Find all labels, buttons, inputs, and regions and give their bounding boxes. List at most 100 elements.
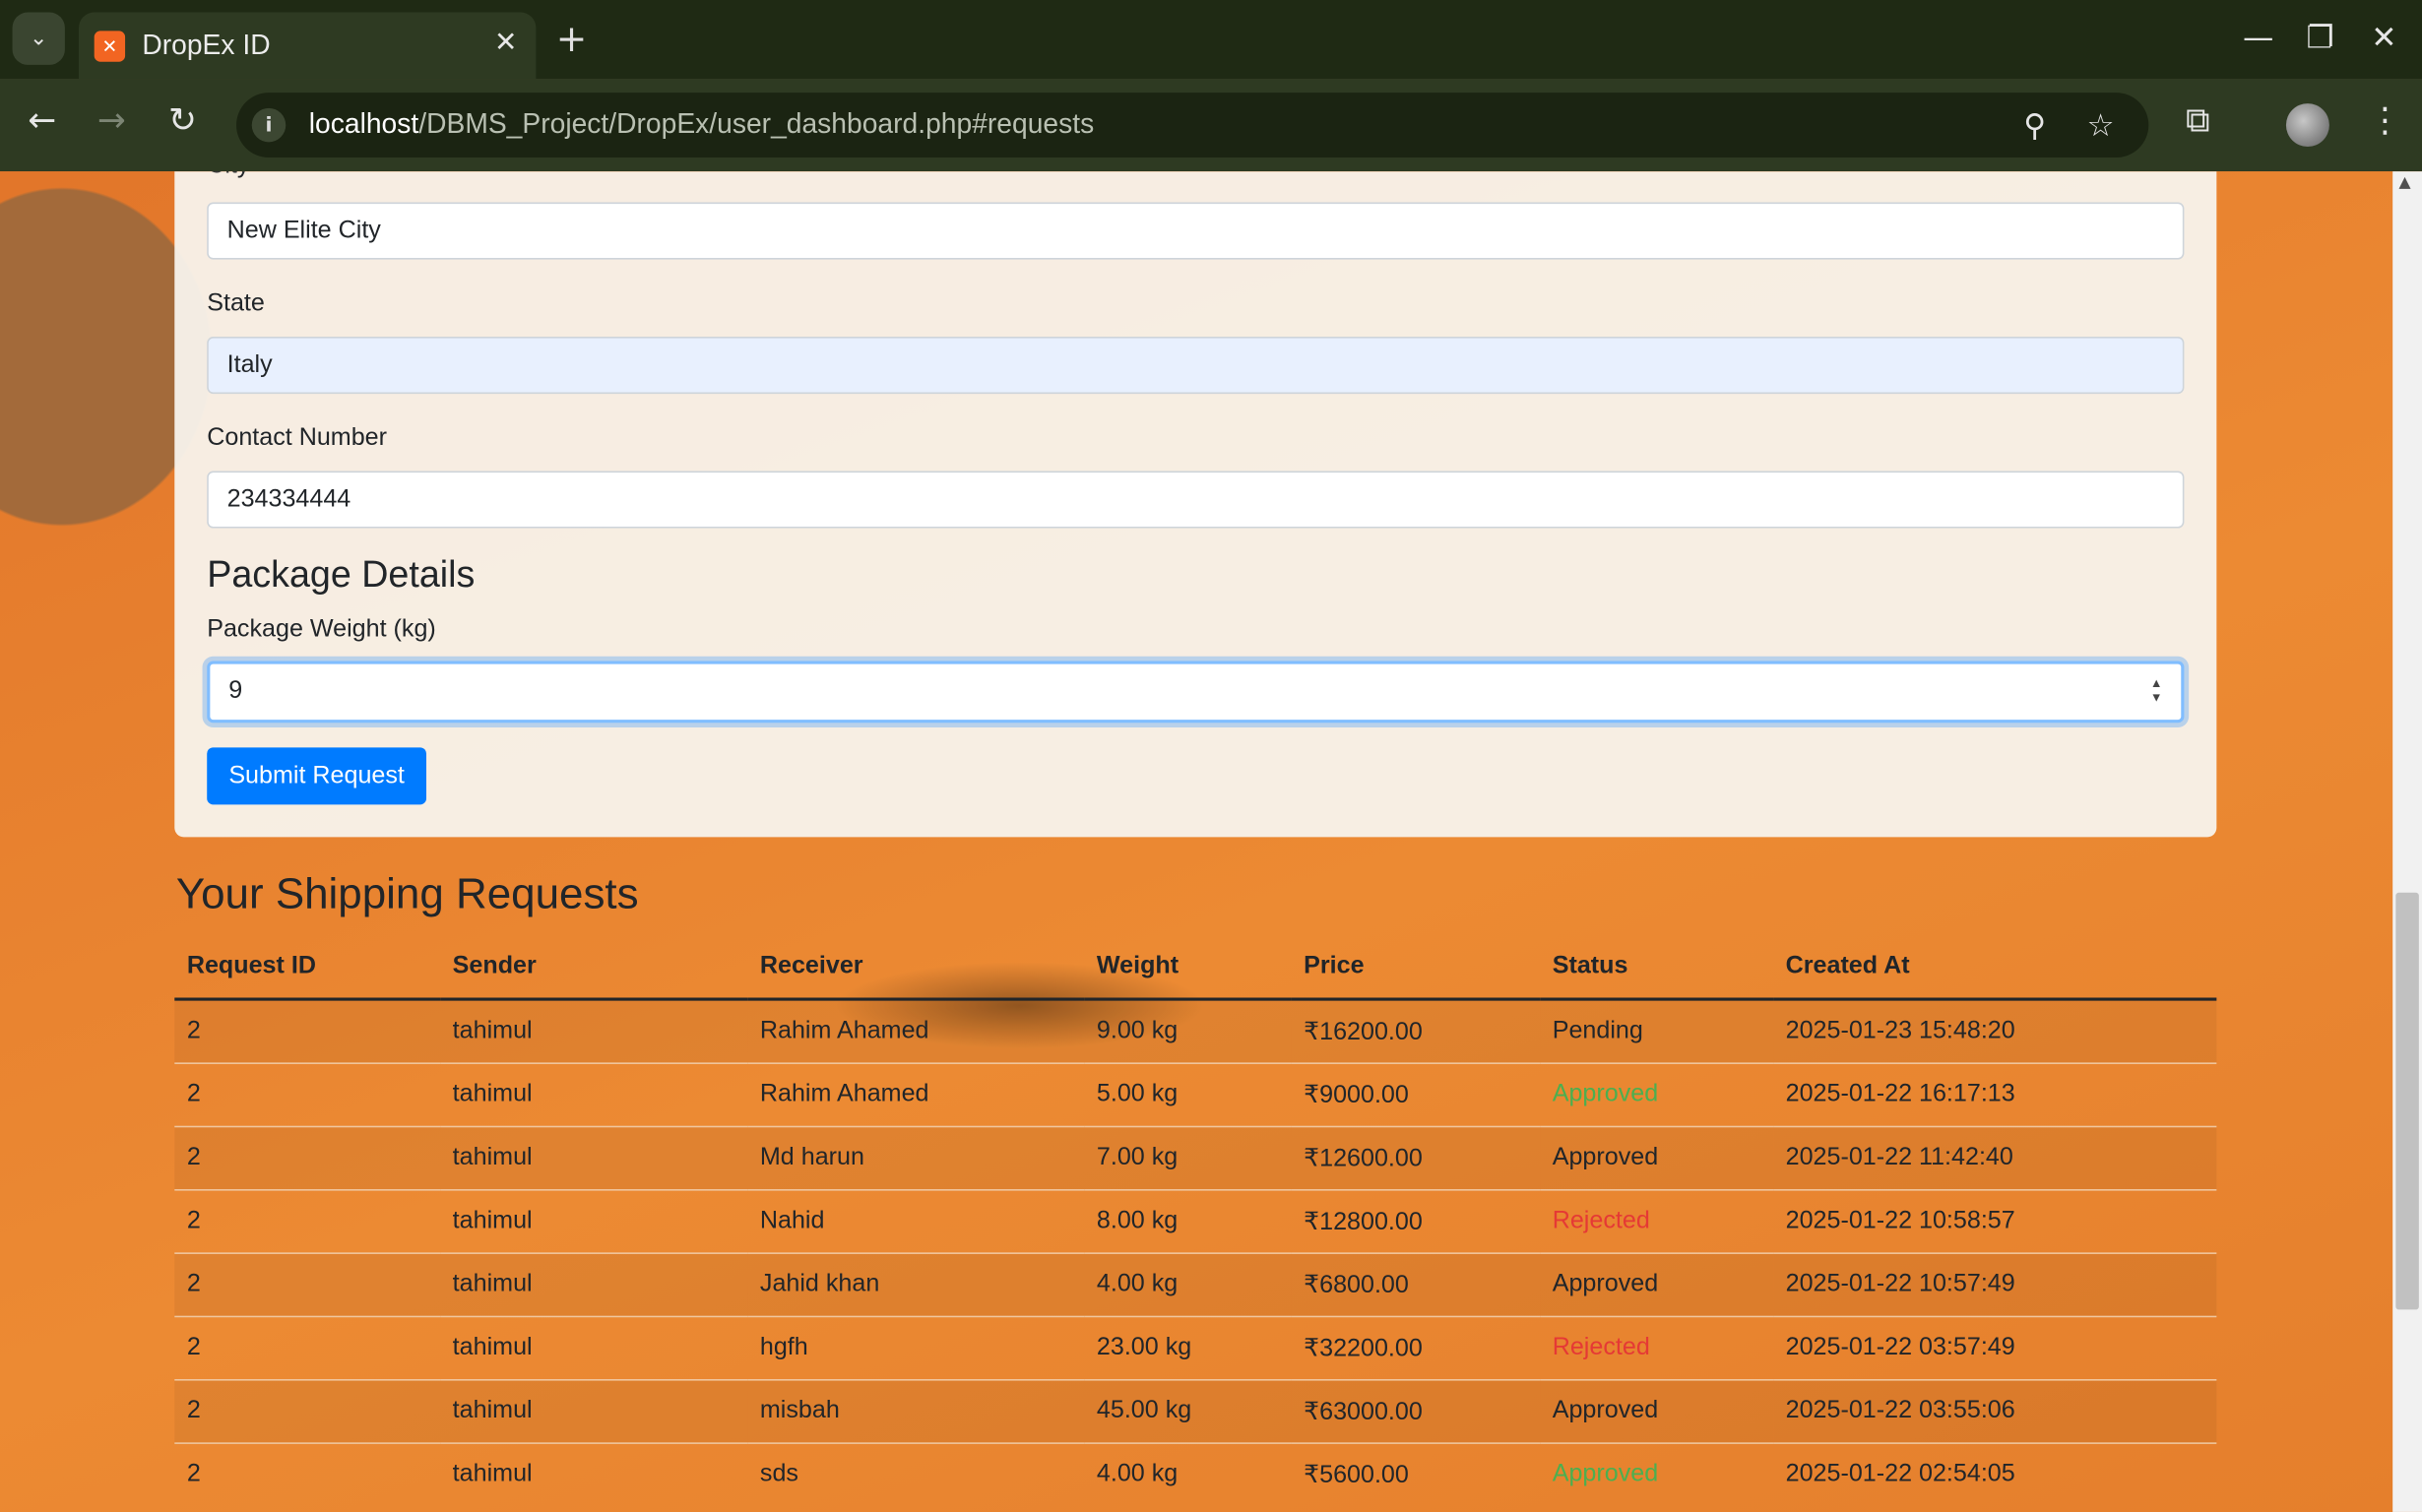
cell-status: Rejected [1540, 1189, 1774, 1254]
cell-weight: 7.00 kg [1084, 1125, 1292, 1190]
table-row: 2 tahimul Rahim Ahamed 5.00 kg ₹9000.00 Appro… [174, 1062, 2217, 1127]
cell-weight: 23.00 kg [1084, 1315, 1292, 1380]
browser-toolbar: ← → ↻ i localhost/DBMS_Project/DropEx/us… [0, 79, 2422, 172]
contact-number-input[interactable]: 234334444 [207, 471, 2185, 529]
scrollbar-thumb[interactable] [2395, 892, 2419, 1310]
cell-status: Approved [1540, 1062, 1774, 1127]
cell-status: Approved [1540, 1252, 1774, 1317]
back-icon[interactable]: ← [28, 102, 56, 141]
cell-receiver: misbah [747, 1379, 1085, 1444]
cell-weight: 9.00 kg [1084, 998, 1292, 1064]
table-row: 2 tahimul Md harun 7.00 kg ₹12600.00 Approved… [174, 1125, 2217, 1190]
cell-price: ₹6800.00 [1291, 1252, 1541, 1317]
package-weight-input[interactable]: 9 ▲ ▼ [207, 661, 2185, 724]
column-header-receiver: Receiver [747, 934, 1085, 1001]
submit-request-button[interactable]: Submit Request [207, 747, 427, 805]
url-text[interactable]: localhost/DBMS_Project/DropEx/user_dashb… [309, 108, 1094, 141]
package-details-heading: Package Details [207, 554, 476, 597]
cell-status: Approved [1540, 1442, 1774, 1506]
cell-status: Pending [1540, 998, 1774, 1064]
city-label: City [207, 171, 249, 180]
cell-price: ₹63000.00 [1291, 1379, 1541, 1444]
cell-sender: tahimul [440, 1189, 748, 1254]
table-header-row: Request ID Sender Receiver Weight Price … [174, 934, 2217, 1001]
menu-icon[interactable]: ⋮ [2368, 102, 2402, 141]
table-row: 2 tahimul sds 4.00 kg ₹5600.00 Approved 2025-0… [174, 1442, 2217, 1506]
cell-sender: tahimul [440, 1442, 748, 1506]
restore-icon[interactable]: ❐ [2306, 19, 2333, 56]
number-spinner-icon[interactable]: ▲ ▼ [2150, 676, 2162, 704]
site-info-icon[interactable]: i [251, 107, 287, 143]
cell-status: Approved [1540, 1379, 1774, 1444]
cell-receiver: Rahim Ahamed [747, 998, 1085, 1064]
table-row: 2 tahimul hgfh 23.00 kg ₹32200.00 Rejected 202… [174, 1315, 2217, 1380]
url-path: /DBMS_Project/DropEx/user_dashboard.php#… [418, 107, 1095, 140]
tab-title: DropEx ID [142, 29, 271, 61]
extensions-icon[interactable]: ⧉ [2186, 102, 2210, 141]
close-window-icon[interactable]: ✕ [2371, 19, 2396, 56]
shipping-requests-table: Request ID Sender Receiver Weight Price … [174, 934, 2217, 1506]
cell-created-at: 2025-01-22 10:58:57 [1773, 1189, 2217, 1254]
reload-icon[interactable]: ↻ [168, 102, 197, 141]
cell-request-id: 2 [174, 1125, 441, 1190]
minimize-icon[interactable]: — [2243, 19, 2273, 56]
cell-receiver: sds [747, 1442, 1085, 1506]
table-row: 2 tahimul Jahid khan 4.00 kg ₹6800.00 Approve… [174, 1252, 2217, 1317]
cell-created-at: 2025-01-22 16:17:13 [1773, 1062, 2217, 1127]
cell-request-id: 2 [174, 1442, 441, 1506]
table-row: 2 tahimul Rahim Ahamed 9.00 kg ₹16200.00 Pend… [174, 998, 2217, 1064]
package-weight-label: Package Weight (kg) [207, 615, 436, 643]
column-header-request-id: Request ID [174, 934, 441, 1001]
shipping-form-card: City New Elite City State Italy Contact … [174, 171, 2217, 838]
cell-receiver: Md harun [747, 1125, 1085, 1190]
cell-created-at: 2025-01-22 11:42:40 [1773, 1125, 2217, 1190]
cell-weight: 4.00 kg [1084, 1252, 1292, 1317]
forward-icon[interactable]: → [97, 102, 126, 141]
bookmark-star-icon[interactable]: ☆ [2087, 106, 2115, 144]
cell-sender: tahimul [440, 1252, 748, 1317]
cell-sender: tahimul [440, 1062, 748, 1127]
browser-tab[interactable]: ✕ DropEx ID ✕ [79, 12, 537, 80]
cell-request-id: 2 [174, 998, 441, 1064]
cell-receiver: Rahim Ahamed [747, 1062, 1085, 1127]
page-viewport: City New Elite City State Italy Contact … [0, 171, 2393, 1512]
cell-weight: 8.00 kg [1084, 1189, 1292, 1254]
cell-status: Approved [1540, 1125, 1774, 1190]
cell-created-at: 2025-01-22 03:57:49 [1773, 1315, 2217, 1380]
browser-tabstrip: ⌄ ✕ DropEx ID ✕ + — ❐ ✕ [0, 0, 2422, 80]
column-header-price: Price [1291, 934, 1541, 1001]
cell-price: ₹12600.00 [1291, 1125, 1541, 1190]
cell-weight: 5.00 kg [1084, 1062, 1292, 1127]
tab-search-button[interactable]: ⌄ [12, 12, 65, 65]
table-row: 2 tahimul misbah 45.00 kg ₹63000.00 Approved 2… [174, 1379, 2217, 1444]
cell-price: ₹16200.00 [1291, 998, 1541, 1064]
cell-price: ₹9000.00 [1291, 1062, 1541, 1127]
close-tab-icon[interactable]: ✕ [494, 27, 518, 59]
zoom-icon[interactable]: ⚲ [2023, 106, 2046, 144]
cell-price: ₹32200.00 [1291, 1315, 1541, 1380]
cell-request-id: 2 [174, 1062, 441, 1127]
scroll-up-arrow-icon[interactable]: ▲ [2398, 174, 2410, 191]
address-bar[interactable]: i localhost/DBMS_Project/DropEx/user_das… [236, 93, 2149, 158]
cell-request-id: 2 [174, 1252, 441, 1317]
column-header-created-at: Created At [1773, 934, 2217, 1001]
url-host: localhost [308, 107, 419, 140]
page-scrollbar[interactable] [2392, 171, 2422, 1512]
contact-number-label: Contact Number [207, 424, 388, 452]
package-weight-value: 9 [228, 677, 243, 705]
city-input[interactable]: New Elite City [207, 202, 2185, 260]
column-header-status: Status [1540, 934, 1774, 1001]
profile-avatar[interactable] [2285, 103, 2329, 148]
cell-receiver: Nahid [747, 1189, 1085, 1254]
cell-weight: 4.00 kg [1084, 1442, 1292, 1506]
cell-created-at: 2025-01-22 10:57:49 [1773, 1252, 2217, 1317]
table-row: 2 tahimul Nahid 8.00 kg ₹12800.00 Rejected 202… [174, 1189, 2217, 1254]
column-header-sender: Sender [440, 934, 748, 1001]
cell-sender: tahimul [440, 1315, 748, 1380]
new-tab-icon[interactable]: + [556, 17, 588, 60]
cell-price: ₹12800.00 [1291, 1189, 1541, 1254]
cell-request-id: 2 [174, 1189, 441, 1254]
cell-sender: tahimul [440, 998, 748, 1064]
state-input[interactable]: Italy [207, 337, 2185, 395]
state-label: State [207, 289, 265, 317]
